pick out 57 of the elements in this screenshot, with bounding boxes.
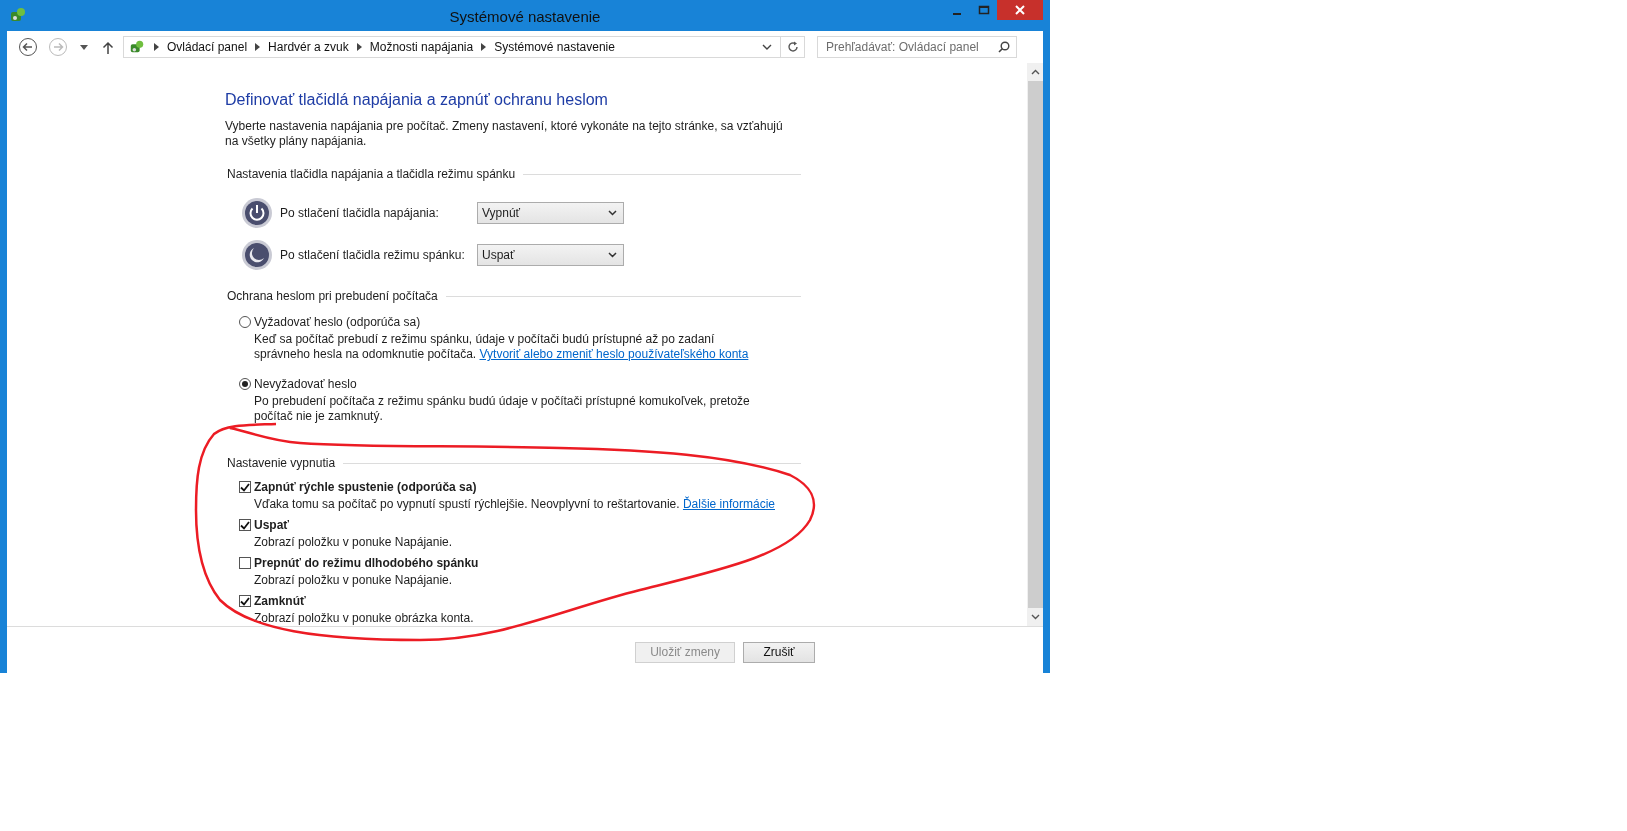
search-field[interactable]: Prehľadávať: Ovládací panel: [817, 36, 1017, 58]
search-icon: [998, 41, 1010, 53]
radio-button[interactable]: [239, 316, 251, 328]
option-description: Zobrazí položku v ponuke obrázka konta.: [254, 611, 475, 626]
dropdown-icon[interactable]: [762, 43, 772, 51]
control-panel-icon: [128, 39, 146, 55]
option-description: Vďaka tomu sa počítač po vypnutí spustí rýchlejšie. Neovplyvní to reštartovanie. Ďalšie informácie: [254, 497, 776, 512]
window-title: Systémové nastavenie: [449, 7, 601, 25]
address-bar[interactable]: Ovládací panel Hardvér a zvuk Možnosti napájania Systémové nastavenie: [123, 36, 805, 58]
option-label: Vyžadovať heslo (odporúča sa): [254, 315, 421, 329]
section-title: Nastavenia tlačidla napájania a tlačidla režimu spánku: [227, 167, 516, 181]
page-description: Vyberte nastavenia napájania pre počítač. Zmeny nastavení, ktoré vykonáte na tejto stránke, sa vzťahujú na všetky plány napájania.: [225, 119, 784, 149]
scrollbar[interactable]: [1027, 63, 1043, 626]
breadcrumb-item[interactable]: Hardvér a zvuk: [268, 40, 349, 54]
control-panel-icon: [9, 6, 27, 24]
option-description: Zobrazí položku v ponuke Napájanie.: [254, 573, 454, 588]
scroll-up-icon[interactable]: [1030, 69, 1040, 75]
chevron-down-icon: [608, 252, 617, 258]
setting-label: Po stlačení tlačidla napájania:: [280, 206, 440, 220]
option-label: Zamknúť: [254, 594, 306, 608]
link[interactable]: Vytvoriť alebo zmeniť heslo používateľského konta: [479, 347, 749, 361]
option-label: Prepnúť do režimu dlhodobého spánku: [254, 556, 479, 570]
dropdown[interactable]: Uspať: [477, 244, 624, 266]
setting-label: Po stlačení tlačidla režimu spánku:: [280, 248, 466, 262]
chevron-icon: [255, 43, 261, 51]
scroll-down-icon[interactable]: [1030, 614, 1040, 620]
close-icon: [1015, 5, 1025, 15]
checkbox[interactable]: [239, 595, 251, 607]
checkbox[interactable]: [239, 481, 251, 493]
page-heading: Definovať tlačidlá napájania a zapnúť ochranu heslom: [225, 91, 609, 109]
chevron-icon: [356, 43, 362, 51]
option-label: Uspať: [254, 518, 290, 532]
power-button-icon: [241, 197, 273, 229]
refresh-icon: [787, 41, 798, 53]
breadcrumb-item[interactable]: Systémové nastavenie: [494, 40, 615, 54]
chevron-icon: [481, 43, 487, 51]
option-description: Po prebudení počítača z režimu spánku budú údaje v počítači prístupné komukoľvek, pretože počítač nie je zamknutý.: [254, 394, 751, 424]
option-description: Keď sa počítač prebudí z režimu spánku, údaje v počítači budú prístupné až po zadaní správneho hesla na odomknutie počítača. Vytvoriť alebo zmeniť heslo používateľského konta: [254, 332, 750, 362]
option-label: Nevyžadovať heslo: [254, 377, 357, 391]
maximize-icon: [977, 5, 990, 15]
link[interactable]: Ďalšie informácie: [682, 497, 775, 511]
chevron-icon: [154, 43, 159, 51]
breadcrumb-item[interactable]: Možnosti napájania: [369, 40, 474, 54]
checkbox[interactable]: [239, 519, 251, 531]
dropdown[interactable]: Vypnúť: [477, 202, 624, 224]
chevron-down-icon: [608, 210, 617, 216]
section-title: Ochrana heslom pri prebudení počítača: [227, 289, 438, 303]
minimize-icon: [952, 13, 961, 15]
close-button[interactable]: [997, 0, 1043, 20]
sleep-button-icon: [241, 239, 273, 271]
option-label: Zapnúť rýchle spustenie (odporúča sa): [254, 480, 477, 494]
cancel-button[interactable]: Zrušiť: [743, 641, 815, 663]
section-title: Nastavenie vypnutia: [227, 456, 336, 470]
breadcrumb-item[interactable]: Ovládací panel: [167, 40, 248, 54]
option-description: Zobrazí položku v ponuke Napájanie.: [254, 535, 454, 550]
radio-button[interactable]: [239, 378, 251, 390]
checkbox[interactable]: [239, 557, 251, 569]
